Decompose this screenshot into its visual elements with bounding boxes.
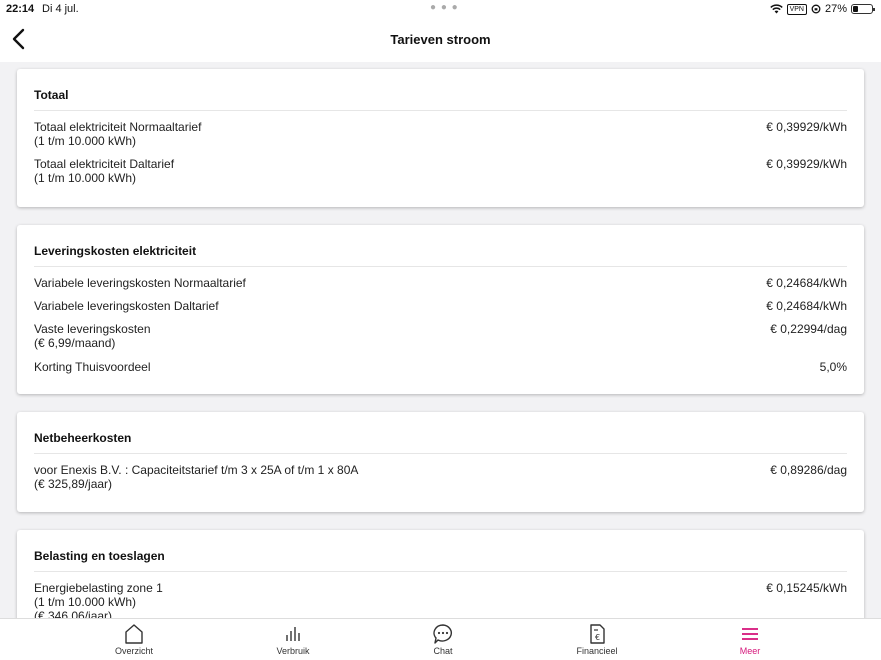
orientation-lock-icon (811, 4, 821, 14)
row-value: 5,0% (819, 360, 847, 374)
divider (34, 110, 847, 111)
row-label: voor Enexis B.V. : Capaciteitstarief t/m… (34, 463, 359, 477)
tab-label: Meer (739, 646, 761, 656)
menu-icon (742, 628, 758, 640)
row-label: Variabele leveringskosten Daltarief (34, 299, 219, 313)
tariff-row: Totaal elektriciteit Normaaltarief (1 t/… (34, 120, 847, 148)
bar-chart-icon (286, 627, 300, 641)
row-sublabel: (1 t/m 10.000 kWh) (34, 595, 137, 609)
svg-text:€: € (595, 633, 600, 642)
tab-label: Verbruik (276, 646, 310, 656)
divider (34, 266, 847, 267)
card-title: Netbeheerkosten (34, 431, 132, 445)
row-label: Variabele leveringskosten Normaaltarief (34, 276, 246, 290)
card-leveringskosten: Leveringskosten elektriciteit Variabele … (17, 225, 864, 394)
tariff-row: Variabele leveringskosten Normaaltarief … (34, 276, 847, 290)
row-value: € 0,89286/dag (770, 463, 847, 477)
tab-verbruik[interactable]: Verbruik (233, 619, 353, 660)
card-title: Totaal (34, 88, 69, 102)
card-totaal: Totaal Totaal elektriciteit Normaaltarie… (17, 69, 864, 207)
row-value: € 0,15245/kWh (766, 581, 847, 595)
row-sublabel: (1 t/m 10.000 kWh) (34, 134, 137, 148)
status-bar: 22:14 Di 4 jul. ● ● ● VPN 27% (0, 0, 881, 20)
tab-bar: Overzicht Verbruik Chat € Financieel Mee… (0, 618, 881, 660)
row-sublabel: (€ 6,99/maand) (34, 336, 116, 350)
multitasking-dots-icon[interactable]: ● ● ● (430, 2, 459, 13)
row-label: Totaal elektriciteit Daltarief (34, 157, 175, 171)
invoice-euro-icon: € (590, 624, 605, 644)
row-value: € 0,22994/dag (770, 322, 847, 336)
status-indicators: VPN 27% (769, 3, 875, 15)
row-label: Totaal elektriciteit Normaaltarief (34, 120, 202, 134)
card-title: Belasting en toeslagen (34, 549, 165, 563)
card-belasting-toeslagen: Belasting en toeslagen Energiebelasting … (17, 530, 864, 618)
chat-bubble-icon (433, 624, 452, 644)
tab-label: Chat (433, 646, 453, 656)
row-value: € 0,24684/kWh (766, 276, 847, 290)
row-label: Korting Thuisvoordeel (34, 360, 151, 374)
battery-icon (851, 4, 875, 14)
status-date: Di 4 jul. (42, 3, 79, 15)
row-label: Vaste leveringskosten (34, 322, 151, 336)
divider (34, 571, 847, 572)
row-value: € 0,24684/kWh (766, 299, 847, 313)
row-sublabel: (€ 325,89/jaar) (34, 477, 113, 491)
home-icon (125, 624, 143, 644)
row-label: Energiebelasting zone 1 (34, 581, 163, 595)
tariff-row: Variabele leveringskosten Daltarief € 0,… (34, 299, 847, 313)
tariff-row: Energiebelasting zone 1 (1 t/m 10.000 kW… (34, 581, 847, 618)
tariff-row: voor Enexis B.V. : Capaciteitstarief t/m… (34, 463, 847, 491)
divider (34, 453, 847, 454)
card-netbeheerkosten: Netbeheerkosten voor Enexis B.V. : Capac… (17, 412, 864, 512)
row-sublabel-annual: (€ 346,06/jaar) (34, 609, 113, 618)
tariff-row: Korting Thuisvoordeel 5,0% (34, 360, 847, 374)
tab-label: Overzicht (114, 646, 153, 656)
tab-chat[interactable]: Chat (383, 619, 503, 660)
tariff-row: Totaal elektriciteit Daltarief (1 t/m 10… (34, 157, 847, 185)
tab-label: Financieel (576, 646, 618, 656)
navigation-bar: Tarieven stroom (0, 20, 881, 62)
status-time: 22:14 (6, 3, 35, 15)
battery-percentage: 27% (824, 3, 847, 15)
row-sublabel: (1 t/m 10.000 kWh) (34, 171, 137, 185)
row-value: € 0,39929/kWh (766, 157, 847, 171)
row-value: € 0,39929/kWh (766, 120, 847, 134)
wifi-icon (769, 4, 783, 14)
card-title: Leveringskosten elektriciteit (34, 244, 197, 258)
tariff-list[interactable]: Totaal Totaal elektriciteit Normaaltarie… (0, 62, 881, 618)
tab-financieel[interactable]: € Financieel (537, 619, 657, 660)
tariff-row: Vaste leveringskosten (€ 6,99/maand) € 0… (34, 322, 847, 350)
page-title: Tarieven stroom (390, 32, 491, 47)
tab-overzicht[interactable]: Overzicht (74, 619, 194, 660)
tab-meer[interactable]: Meer (690, 619, 810, 660)
vpn-badge: VPN (786, 3, 807, 15)
